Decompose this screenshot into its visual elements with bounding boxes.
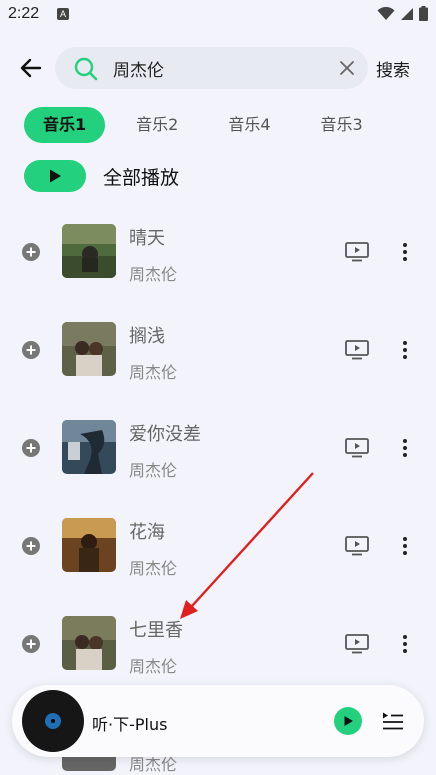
status-time: 2:22	[8, 5, 40, 22]
album-cover	[62, 224, 116, 278]
add-icon[interactable]	[21, 340, 41, 360]
song-title: 晴天	[129, 228, 165, 249]
mv-play-icon[interactable]	[345, 438, 369, 458]
source-tabs: 音乐1 音乐2 音乐4 音乐3	[24, 107, 394, 143]
song-title: 爱你没差	[129, 424, 201, 445]
more-icon[interactable]	[398, 634, 412, 654]
more-icon[interactable]	[398, 536, 412, 556]
add-icon[interactable]	[21, 536, 41, 556]
list-item[interactable]: 花海 周杰伦	[0, 489, 436, 587]
notification-icon: A	[57, 8, 69, 20]
list-item[interactable]: 搁浅 周杰伦	[0, 293, 436, 391]
tab-music1[interactable]: 音乐1	[24, 107, 106, 143]
tab-music2[interactable]: 音乐2	[117, 107, 197, 143]
song-artist: 周杰伦	[129, 657, 178, 676]
play-all-pill	[24, 160, 86, 192]
search-input[interactable]	[113, 57, 333, 79]
song-artist: 周杰伦	[129, 461, 178, 480]
signal-icon	[401, 7, 413, 20]
tab-music4[interactable]: 音乐4	[209, 107, 289, 143]
song-artist: 周杰伦	[129, 363, 178, 382]
player-title: 听·下-Plus	[92, 715, 168, 734]
album-cover	[62, 757, 116, 771]
more-icon[interactable]	[398, 438, 412, 458]
player-play-button[interactable]	[334, 707, 362, 735]
add-icon[interactable]	[21, 634, 41, 654]
album-cover	[62, 616, 116, 670]
clear-icon[interactable]	[338, 59, 356, 77]
wifi-icon	[377, 6, 395, 20]
more-icon[interactable]	[398, 340, 412, 360]
back-arrow-icon[interactable]	[18, 55, 44, 81]
play-all-label: 全部播放	[103, 166, 180, 189]
list-item[interactable]: 七里香 周杰伦	[0, 587, 436, 685]
song-artist: 周杰伦	[129, 559, 178, 578]
more-icon[interactable]	[398, 242, 412, 262]
play-all-button[interactable]: 全部播放	[24, 160, 179, 192]
mv-play-icon[interactable]	[345, 242, 369, 262]
play-icon	[50, 169, 61, 183]
search-button[interactable]: 搜索	[376, 56, 410, 81]
song-artist: 周杰伦	[129, 265, 178, 284]
song-title: 花海	[129, 522, 165, 543]
list-item[interactable]: 爱你没差 周杰伦	[0, 391, 436, 489]
search-icon	[74, 57, 98, 81]
mini-player[interactable]: 听·下-Plus	[12, 685, 424, 757]
vinyl-disc-icon	[22, 690, 84, 752]
play-icon	[344, 716, 353, 726]
song-artist: 周杰伦	[129, 757, 178, 774]
song-title: 七里香	[129, 620, 183, 641]
add-icon[interactable]	[21, 242, 41, 262]
album-cover	[62, 420, 116, 474]
mv-play-icon[interactable]	[345, 340, 369, 360]
list-item-partial[interactable]: 周杰伦	[0, 757, 436, 775]
list-item[interactable]: 晴天 周杰伦	[0, 195, 436, 293]
search-bar: 搜索	[0, 45, 436, 91]
tab-music3[interactable]: 音乐3	[302, 107, 382, 143]
song-list: 晴天 周杰伦 搁浅 周杰伦 爱你没差 周杰伦 花海 周杰伦 七里香 周杰伦	[0, 195, 436, 685]
add-icon[interactable]	[21, 438, 41, 458]
mv-play-icon[interactable]	[345, 536, 369, 556]
song-title: 搁浅	[129, 326, 165, 347]
album-cover	[62, 322, 116, 376]
search-box	[55, 47, 368, 89]
status-bar: 2:22 A	[0, 0, 436, 30]
mv-play-icon[interactable]	[345, 634, 369, 654]
playlist-queue-icon[interactable]	[382, 711, 404, 731]
battery-icon	[419, 6, 428, 21]
album-cover	[62, 518, 116, 572]
